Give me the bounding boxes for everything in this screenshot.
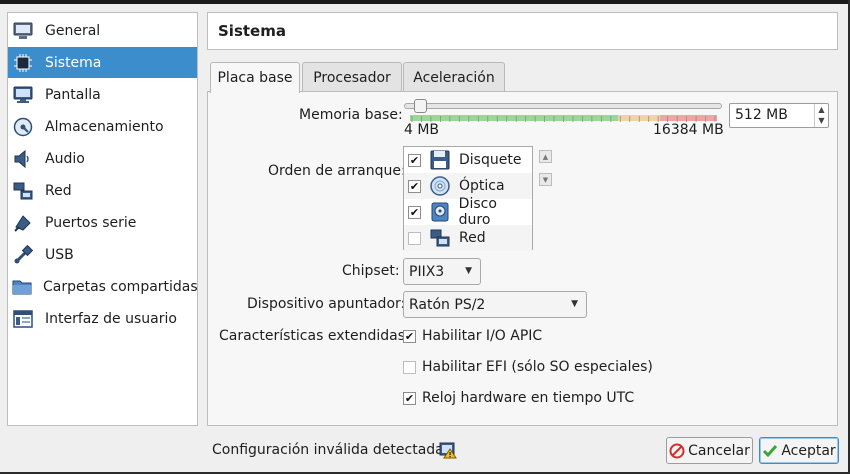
page-title: Sistema [207,12,838,50]
pointing-device-label: Dispositivo apuntador: [247,296,406,312]
boot-item-label: Disquete [459,152,522,168]
sidebar-item-usb[interactable]: USB [8,239,197,270]
memory-min-label: 4 MB [404,122,440,138]
system-chip-icon [12,52,34,74]
sidebar-item-label: Puertos serie [45,214,137,231]
serial-port-icon [12,212,34,234]
io-apic-option[interactable]: ✔ Habilitar I/O APIC [403,328,542,344]
boot-order-label: Orden de arranque: [268,163,406,179]
extended-features-label: Características extendidas: [219,328,410,344]
tab-label: Placa base [217,70,293,86]
chevron-down-icon: ▼ [465,266,472,276]
hard-disk-icon [429,201,451,223]
sidebar-item-almacenamiento[interactable]: Almacenamiento [8,111,197,142]
general-icon [12,20,34,42]
checkmark-icon [762,443,778,459]
sidebar-item-sistema[interactable]: Sistema [8,47,197,78]
sidebar-item-label: Audio [45,150,85,167]
accept-label: Aceptar [781,442,836,459]
optical-disc-icon [429,175,451,197]
sidebar-item-interfaz-de-usuario[interactable]: Interfaz de usuario [8,303,197,334]
invalid-config-status: Configuración inválida detectada [212,442,444,458]
chipset-value: PIIX3 [409,263,445,280]
boot-checkbox[interactable]: ✔ [408,153,421,167]
sidebar-item-label: USB [45,246,74,263]
boot-item-label: Disco duro [458,196,497,228]
efi-checkbox[interactable] [403,360,416,374]
monitor-icon [12,84,34,106]
boot-item-red[interactable]: Red [404,225,532,251]
chipset-select[interactable]: PIIX3 ▼ [403,258,481,285]
sidebar-item-label: Red [45,182,72,199]
sidebar-item-red[interactable]: Red [8,175,197,206]
sidebar-item-label: Pantalla [45,86,101,103]
move-up-button[interactable]: ▲ [539,150,552,163]
chevron-down-icon: ▼ [571,299,578,309]
efi-option[interactable]: Habilitar EFI (sólo SO especiales) [403,359,653,375]
usb-icon [12,244,34,266]
spin-up-icon[interactable]: ▲ [815,104,828,115]
boot-checkbox[interactable]: ✔ [408,205,421,219]
efi-label: Habilitar EFI (sólo SO especiales) [422,359,653,375]
sidebar-item-label: Almacenamiento [45,118,164,135]
settings-sidebar: General Sistema Pantalla Almacenamiento … [7,12,198,426]
cancel-label: Cancelar [688,442,750,459]
memory-slider-track[interactable] [404,103,722,109]
boot-checkbox[interactable]: ✔ [408,179,421,193]
utc-clock-checkbox[interactable]: ✔ [403,391,416,405]
arrow-up-icon: ▲ [542,152,549,161]
sidebar-item-audio[interactable]: Audio [8,143,197,174]
move-down-button[interactable]: ▼ [539,173,552,186]
network-icon [12,180,34,202]
motherboard-panel [207,91,838,426]
floppy-icon [429,149,451,171]
sidebar-item-label: Interfaz de usuario [45,310,177,327]
memory-slider-handle[interactable] [414,99,427,113]
sidebar-item-carpetas-compartidas[interactable]: Carpetas compartidas [8,271,198,302]
pointing-device-select[interactable]: Ratón PS/2 ▼ [403,291,587,318]
network-boot-icon [429,227,451,249]
memory-max-label: 16384 MB [653,122,724,138]
boot-item-label: Red [459,230,486,246]
tab-label: Aceleración [413,69,495,86]
audio-speaker-icon [12,148,34,170]
sidebar-item-general[interactable]: General [8,15,197,46]
sidebar-item-pantalla[interactable]: Pantalla [8,79,197,110]
io-apic-checkbox[interactable]: ✔ [403,329,416,343]
pointing-device-value: Ratón PS/2 [409,296,486,313]
tab-label: Procesador [313,69,391,86]
sidebar-item-label: Sistema [45,54,102,71]
boot-item-disco-duro[interactable]: ✔ Disco duro [404,196,532,228]
tab-placa-base[interactable]: Placa base [210,62,300,93]
cancel-button[interactable]: Cancelar [666,437,753,464]
tab-aceleracion[interactable]: Aceleración [403,62,505,92]
boot-item-disquete[interactable]: ✔ Disquete [404,147,532,173]
sidebar-item-label: Carpetas compartidas [43,278,198,295]
boot-item-label: Óptica [459,178,505,194]
utc-clock-label: Reloj hardware en tiempo UTC [422,390,635,406]
arrow-down-icon: ▼ [542,175,549,184]
warning-icon[interactable] [439,442,457,459]
window-top-edge [0,0,850,4]
accept-button[interactable]: Aceptar [759,437,839,464]
storage-disk-icon [12,116,34,138]
boot-order-list: ✔ Disquete ✔ Óptica ✔ Disco duro Red [403,146,533,251]
cancel-icon [669,443,685,459]
chipset-label: Chipset: [342,263,400,279]
io-apic-label: Habilitar I/O APIC [422,328,543,344]
sidebar-item-label: General [45,22,101,39]
tab-procesador[interactable]: Procesador [302,62,402,92]
folder-icon [12,276,32,298]
memory-value: 512 MB [735,107,788,123]
spin-down-icon[interactable]: ▼ [815,115,828,126]
user-interface-icon [12,308,34,330]
sidebar-item-puertos-serie[interactable]: Puertos serie [8,207,197,238]
boot-checkbox[interactable] [408,231,421,245]
memory-spinbox[interactable]: 512 MB ▲ ▼ [729,103,829,128]
utc-clock-option[interactable]: ✔ Reloj hardware en tiempo UTC [403,390,634,406]
memory-label: Memoria base: [299,107,403,123]
